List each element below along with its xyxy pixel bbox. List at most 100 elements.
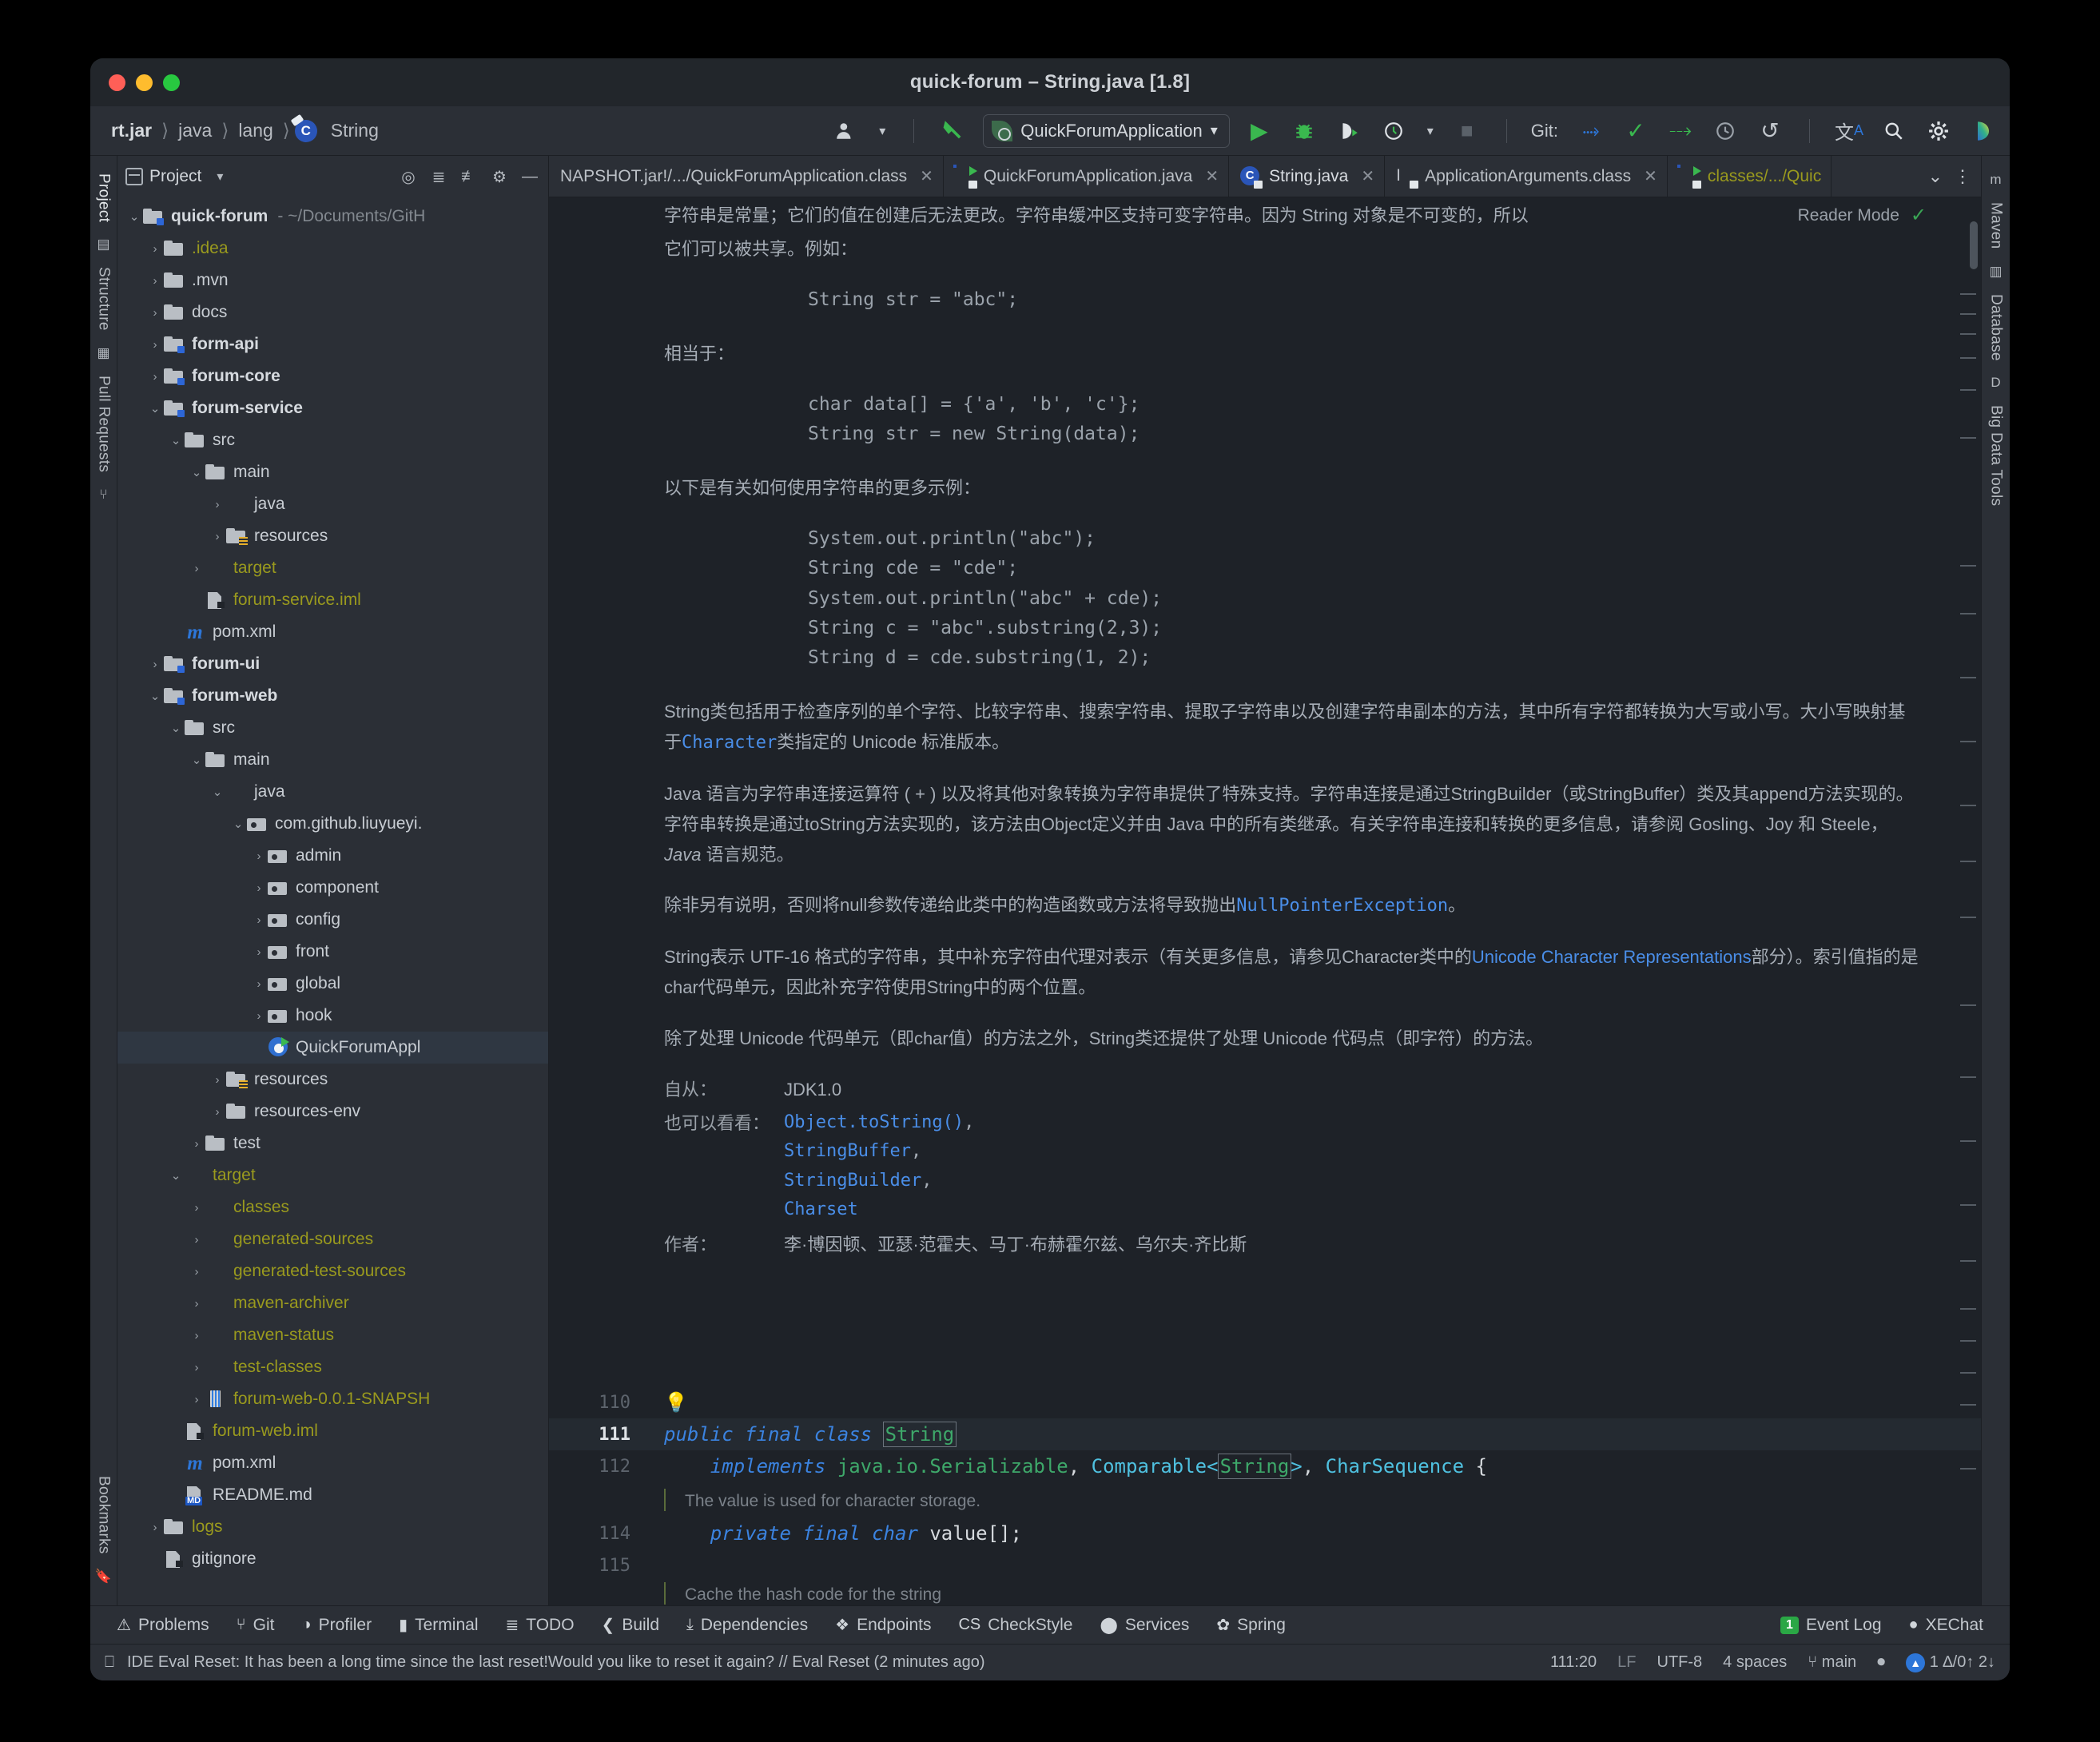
tree-row-component[interactable]: › component bbox=[117, 872, 548, 904]
tree-row-hook[interactable]: › hook bbox=[117, 1000, 548, 1032]
editor-tab-classes-quic[interactable]: classes/.../Quic bbox=[1668, 156, 1832, 197]
chevron-right-icon[interactable]: › bbox=[188, 1265, 205, 1279]
chevron-down-icon[interactable]: ⌄ bbox=[146, 401, 164, 416]
tree-row-forum-core[interactable]: › forum-core bbox=[117, 360, 548, 392]
javadoc-seealso-item-3[interactable]: Charset bbox=[784, 1199, 858, 1219]
tree-row-forum-service-iml[interactable]: forum-service.iml bbox=[117, 584, 548, 616]
chevron-right-icon[interactable]: › bbox=[188, 1233, 205, 1247]
sidebar-item-pull-requests[interactable]: Pull Requests bbox=[95, 376, 113, 472]
breadcrumb-item-2[interactable]: lang bbox=[233, 120, 277, 141]
editor-code-region[interactable]: 110 💡 111 public final class String 112 … bbox=[549, 1386, 1981, 1605]
chevron-right-icon[interactable]: › bbox=[209, 498, 226, 511]
tree-row-forum-ui[interactable]: › forum-ui bbox=[117, 648, 548, 680]
tree-row-admin[interactable]: › admin bbox=[117, 840, 548, 872]
tree-row-resources[interactable]: › resources bbox=[117, 1064, 548, 1096]
chevron-right-icon[interactable]: › bbox=[188, 1361, 205, 1374]
chevron-right-icon[interactable]: › bbox=[250, 977, 268, 991]
tree-row--mvn[interactable]: › .mvn bbox=[117, 264, 548, 296]
intention-bulb-icon[interactable]: 💡 bbox=[664, 1391, 688, 1414]
editor-tab-quickforumapplication-java[interactable]: QuickForumApplication.java ✕ bbox=[944, 156, 1230, 197]
tree-row-target[interactable]: › target bbox=[117, 552, 548, 584]
tree-row-docs[interactable]: › docs bbox=[117, 296, 548, 328]
chevron-right-icon[interactable]: › bbox=[146, 274, 164, 288]
locate-icon[interactable]: ◎ bbox=[396, 167, 420, 187]
chevron-right-icon[interactable]: › bbox=[146, 242, 164, 256]
tree-row-java[interactable]: ⌄ java bbox=[117, 776, 548, 808]
settings-gear-icon[interactable] bbox=[1923, 116, 1954, 146]
chevron-right-icon[interactable]: › bbox=[188, 1393, 205, 1406]
breadcrumb-item-1[interactable]: java bbox=[173, 120, 217, 141]
chevron-right-icon[interactable]: › bbox=[250, 849, 268, 863]
tree-row-java[interactable]: › java bbox=[117, 488, 548, 520]
tree-row-com-github-liuyueyi-[interactable]: ⌄ com.github.liuyueyi. bbox=[117, 808, 548, 840]
chevron-right-icon[interactable]: › bbox=[250, 945, 268, 959]
sidebar-item-bookmarks[interactable]: Bookmarks bbox=[95, 1476, 113, 1554]
tool-window-xechat[interactable]: ● XEChat bbox=[1895, 1616, 1997, 1635]
chevron-down-icon[interactable]: ⌄ bbox=[209, 785, 226, 799]
tool-window-git[interactable]: ⑂ Git bbox=[223, 1616, 288, 1635]
profiler-icon[interactable] bbox=[1378, 116, 1409, 146]
tree-row-forum-web-iml[interactable]: forum-web.iml bbox=[117, 1415, 548, 1447]
status-message[interactable]: IDE Eval Reset: It has been a long time … bbox=[127, 1653, 985, 1672]
tree-row-src[interactable]: ⌄ src bbox=[117, 424, 548, 456]
chevron-right-icon[interactable]: › bbox=[209, 1105, 226, 1119]
chevron-down-icon[interactable]: ⌄ bbox=[229, 817, 247, 831]
chevron-down-icon[interactable]: ▾ bbox=[208, 169, 232, 185]
run-with-coverage-icon[interactable] bbox=[1334, 116, 1364, 146]
chevron-right-icon[interactable]: › bbox=[209, 530, 226, 543]
search-everywhere-icon[interactable] bbox=[1879, 116, 1909, 146]
close-tab-icon[interactable]: ✕ bbox=[1205, 166, 1219, 186]
tool-window-services[interactable]: ⬤ Services bbox=[1086, 1615, 1203, 1635]
chevron-right-icon[interactable]: › bbox=[146, 658, 164, 671]
breadcrumb-item-0[interactable]: rt.jar bbox=[106, 120, 157, 141]
chevron-right-icon[interactable]: › bbox=[188, 1297, 205, 1310]
tree-row-test[interactable]: › test bbox=[117, 1128, 548, 1159]
tree-row-gitignore[interactable]: gitignore bbox=[117, 1543, 548, 1575]
javadoc-seealso-item-2[interactable]: StringBuilder bbox=[784, 1171, 921, 1191]
tree-row-pom-xml[interactable]: m pom.xml bbox=[117, 616, 548, 648]
javadoc-link-nullpointerexception[interactable]: NullPointerException bbox=[1236, 896, 1448, 916]
translate-icon[interactable]: 文A bbox=[1834, 116, 1864, 146]
tree-row-front[interactable]: › front bbox=[117, 936, 548, 968]
project-view-icon[interactable] bbox=[125, 168, 143, 185]
tree-row-generated-test-sources[interactable]: › generated-test-sources bbox=[117, 1255, 548, 1287]
hide-icon[interactable]: — bbox=[518, 168, 542, 186]
chevron-right-icon[interactable]: › bbox=[188, 1329, 205, 1342]
tree-row-generated-sources[interactable]: › generated-sources bbox=[117, 1223, 548, 1255]
chevron-right-icon[interactable]: › bbox=[188, 1137, 205, 1151]
tree-row-forum-web-0-0-1-snapsh[interactable]: › forum-web-0.0.1-SNAPSH bbox=[117, 1383, 548, 1415]
sidebar-item-structure[interactable]: Structure bbox=[95, 267, 113, 331]
user-icon[interactable] bbox=[830, 116, 861, 146]
tool-window-spring[interactable]: ✿ Spring bbox=[1203, 1615, 1299, 1635]
git-push-icon[interactable]: ⤏ bbox=[1665, 116, 1696, 146]
chevron-right-icon[interactable]: › bbox=[188, 562, 205, 575]
sidebar-item-database[interactable]: Database bbox=[1987, 294, 2005, 361]
git-branch-widget[interactable]: ⑂ main bbox=[1808, 1653, 1856, 1672]
background-tasks-icon[interactable]: ⏺ bbox=[1877, 1653, 1885, 1672]
chevron-right-icon[interactable]: › bbox=[146, 1521, 164, 1534]
tree-row-resources[interactable]: › resources bbox=[117, 520, 548, 552]
chevron-right-icon[interactable]: › bbox=[250, 913, 268, 927]
tree-row-src[interactable]: ⌄ src bbox=[117, 712, 548, 744]
javadoc-seealso-item-1[interactable]: StringBuffer bbox=[784, 1141, 911, 1161]
chevron-down-icon[interactable]: ⌄ bbox=[167, 721, 185, 735]
tool-window-checkstyle[interactable]: CS CheckStyle bbox=[945, 1616, 1086, 1635]
chevron-down-icon[interactable]: ⌄ bbox=[188, 465, 205, 479]
chevron-right-icon[interactable]: › bbox=[146, 370, 164, 384]
file-encoding[interactable]: UTF-8 bbox=[1657, 1653, 1703, 1672]
tool-window-todo[interactable]: ≣ TODO bbox=[491, 1615, 587, 1635]
tree-row-readme-md[interactable]: MD README.md bbox=[117, 1479, 548, 1511]
close-tab-icon[interactable]: ✕ bbox=[1644, 166, 1657, 186]
sidebar-item-maven[interactable]: Maven bbox=[1987, 202, 2005, 249]
tree-row--idea[interactable]: › .idea bbox=[117, 233, 548, 264]
chevron-down-icon[interactable]: ⌄ bbox=[146, 689, 164, 703]
chevron-down-icon[interactable]: ⌄ bbox=[167, 1168, 185, 1183]
chevron-right-icon[interactable]: › bbox=[146, 338, 164, 352]
more-options-icon[interactable]: ⋮ bbox=[1954, 166, 1971, 187]
javadoc-link-character[interactable]: Character bbox=[682, 733, 777, 753]
tree-row-maven-archiver[interactable]: › maven-archiver bbox=[117, 1287, 548, 1319]
tree-row-resources-env[interactable]: › resources-env bbox=[117, 1096, 548, 1128]
tool-window-dependencies[interactable]: ⤓ Dependencies bbox=[673, 1616, 821, 1635]
tree-row-form-api[interactable]: › form-api bbox=[117, 328, 548, 360]
chevron-right-icon[interactable]: › bbox=[250, 881, 268, 895]
